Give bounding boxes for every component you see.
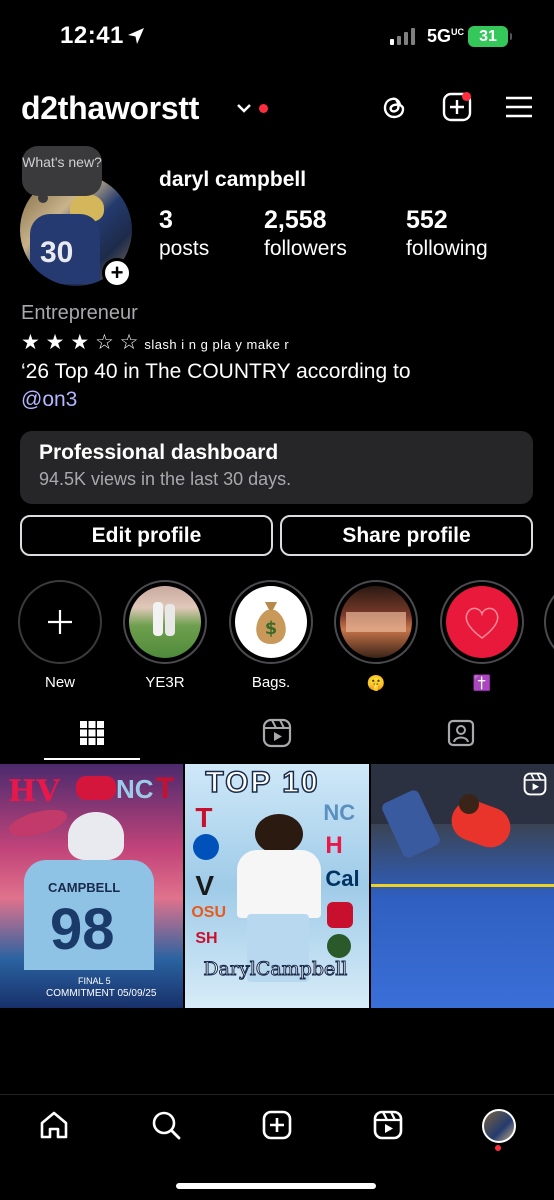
create-icon[interactable]: [261, 1109, 293, 1141]
battery-icon: 31: [468, 26, 512, 47]
status-time: 12:41: [60, 22, 124, 49]
stat-label: followers: [264, 237, 347, 260]
post-thumbnail[interactable]: [370, 764, 554, 1008]
highlight-item[interactable]: 🤫: [334, 580, 418, 692]
reels-icon[interactable]: [372, 1109, 404, 1141]
post-thumbnail[interactable]: TOP 10 T V OSU SH NC H Cal DarylCampbell: [185, 764, 369, 1008]
highlight-item[interactable]: $ Bags.: [229, 580, 313, 691]
chevron-down-icon[interactable]: [236, 102, 252, 114]
notification-dot: [495, 1145, 501, 1151]
post-thumbnail[interactable]: HV NC T CAMPBELL 98 FINAL 5 COMMITMENT 0…: [0, 764, 184, 1008]
stat-value: 552: [406, 206, 448, 234]
profile-header: d2thaworstt: [0, 86, 554, 136]
money-bag-icon: $: [256, 602, 286, 644]
stat-value: 3: [159, 206, 173, 234]
stat-label: posts: [159, 237, 210, 260]
network-type: 5GUC: [427, 26, 465, 46]
highlight-label: ✝️: [472, 675, 492, 692]
dashboard-subtitle: 94.5K views in the last 30 days.: [39, 469, 292, 489]
svg-text:$: $: [265, 618, 278, 639]
note-bubble[interactable]: What's new?: [22, 146, 102, 203]
stat-label: following: [406, 237, 488, 260]
plus-icon: [48, 610, 72, 634]
note-text: What's new?: [22, 154, 102, 170]
stat-value: 2,558: [264, 206, 327, 234]
bio-tag: slash i n g pla y make r: [144, 337, 290, 352]
posts-stat[interactable]: 3 posts: [159, 206, 209, 261]
reel-indicator-icon: [523, 772, 547, 796]
profile-tabs: [0, 712, 554, 762]
menu-icon[interactable]: [504, 92, 534, 122]
followers-stat[interactable]: 2,558 followers: [264, 206, 347, 261]
reels-icon[interactable]: [262, 718, 292, 748]
notification-dot: [462, 92, 471, 101]
full-name: daryl campbell: [159, 168, 307, 191]
battery-level: 31: [479, 27, 497, 45]
highlight-new[interactable]: New: [18, 580, 102, 691]
grid-icon[interactable]: [77, 718, 107, 748]
highlight-label: YE3R: [145, 674, 185, 691]
dashboard-title: Professional dashboard: [39, 441, 279, 464]
share-profile-button[interactable]: Share profile: [280, 515, 533, 556]
edit-profile-button[interactable]: Edit profile: [20, 515, 273, 556]
highlight-label: 🤫: [366, 675, 386, 692]
professional-dashboard[interactable]: Professional dashboard 94.5K views in th…: [20, 431, 533, 504]
location-arrow-icon: [128, 28, 144, 44]
following-stat[interactable]: 552 following: [406, 206, 488, 261]
active-tab-indicator: [44, 758, 140, 760]
highlight-label: New: [44, 674, 75, 691]
threads-icon[interactable]: [379, 92, 409, 122]
profile-avatar-tab[interactable]: [482, 1109, 516, 1143]
bio-stars: ★ ★ ★ ☆ ☆: [21, 331, 139, 354]
posts-grid: HV NC T CAMPBELL 98 FINAL 5 COMMITMENT 0…: [0, 764, 554, 1008]
add-story-icon[interactable]: +: [102, 258, 132, 288]
heart-icon: [465, 607, 499, 639]
bio-line-1: ★ ★ ★ ☆ ☆ slash i n g pla y make r: [21, 330, 289, 355]
search-icon[interactable]: [150, 1109, 182, 1141]
status-bar: 12:41 5GUC 31: [0, 0, 554, 76]
bio-mention-link[interactable]: @on3: [21, 388, 77, 412]
home-icon[interactable]: [38, 1109, 70, 1141]
signal-bars-icon: [390, 28, 415, 45]
tagged-icon[interactable]: [446, 718, 476, 748]
home-indicator[interactable]: [176, 1183, 376, 1189]
highlight-label: Bags.: [251, 674, 291, 691]
notification-dot: [259, 104, 268, 113]
bio-line-2: ‘26 Top 40 in The COUNTRY according to: [21, 360, 411, 383]
username-switcher[interactable]: d2thaworstt: [21, 90, 199, 127]
bio-category: Entrepreneur: [21, 302, 138, 324]
highlight-item-partial[interactable]: [544, 580, 554, 664]
highlight-item[interactable]: YE3R: [123, 580, 207, 691]
highlight-item[interactable]: ✝️: [440, 580, 524, 692]
